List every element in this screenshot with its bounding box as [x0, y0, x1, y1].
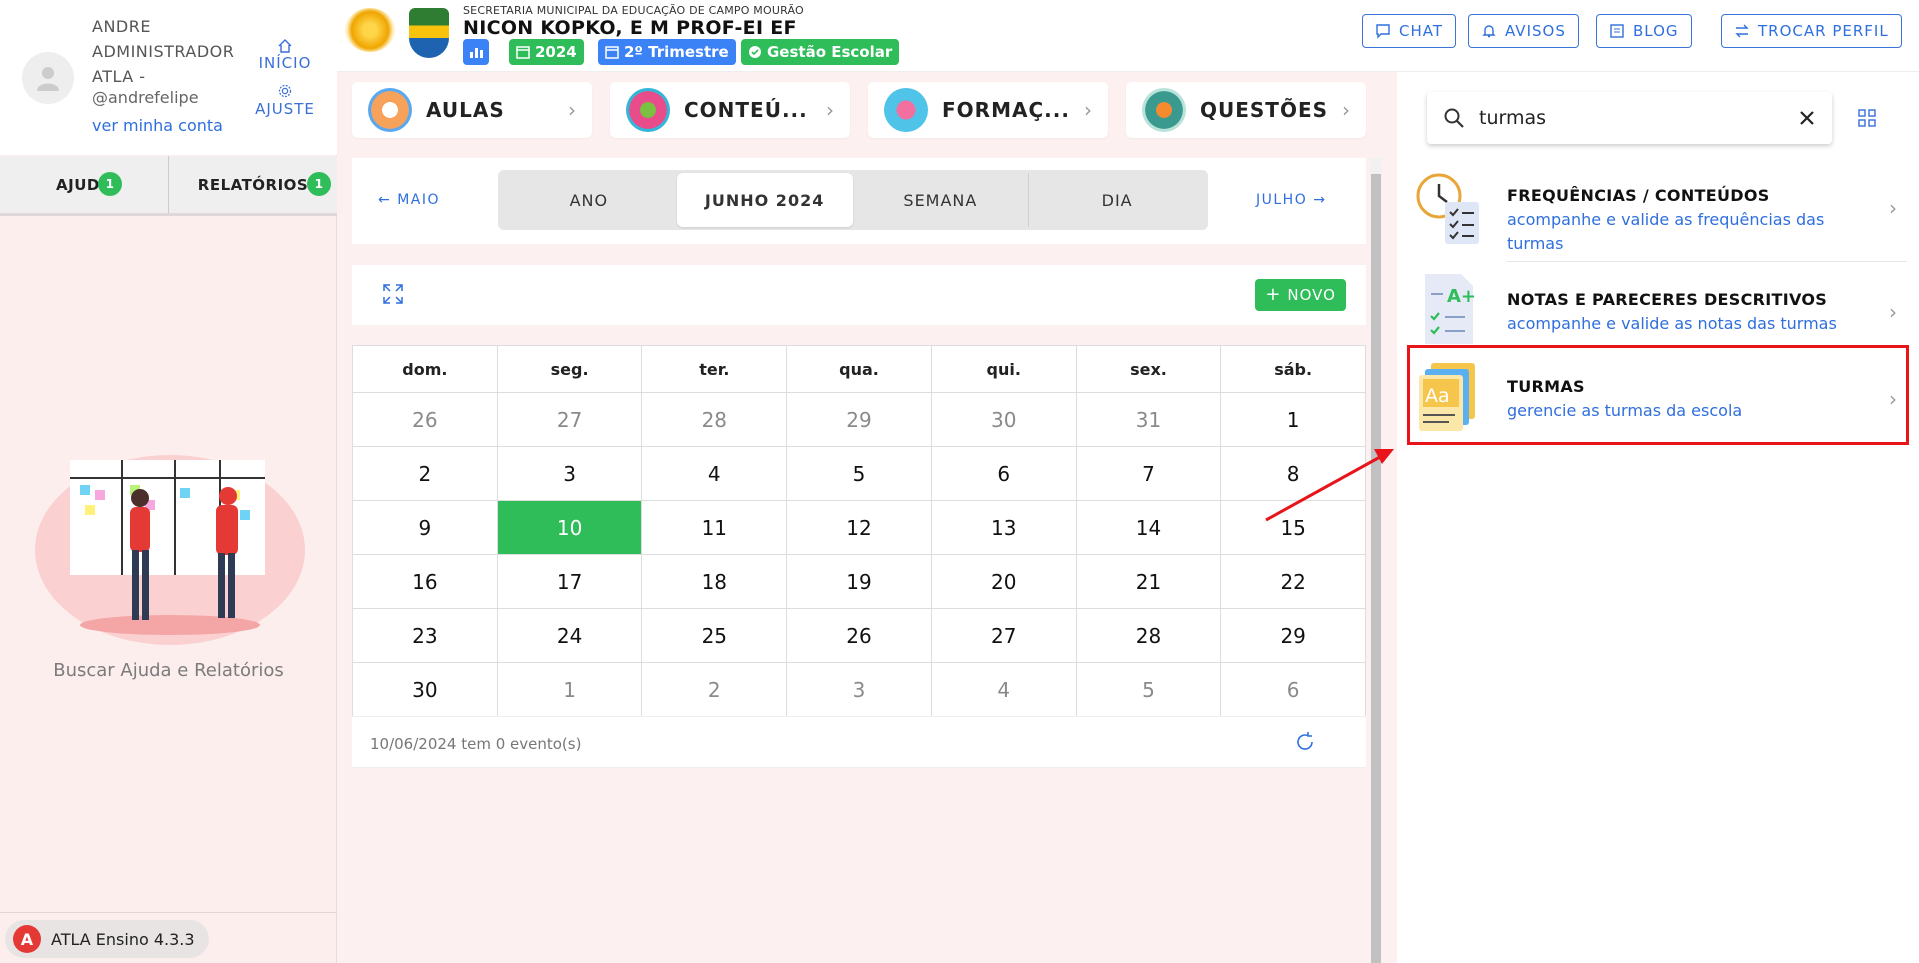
annotation-arrow: [1265, 449, 1394, 522]
